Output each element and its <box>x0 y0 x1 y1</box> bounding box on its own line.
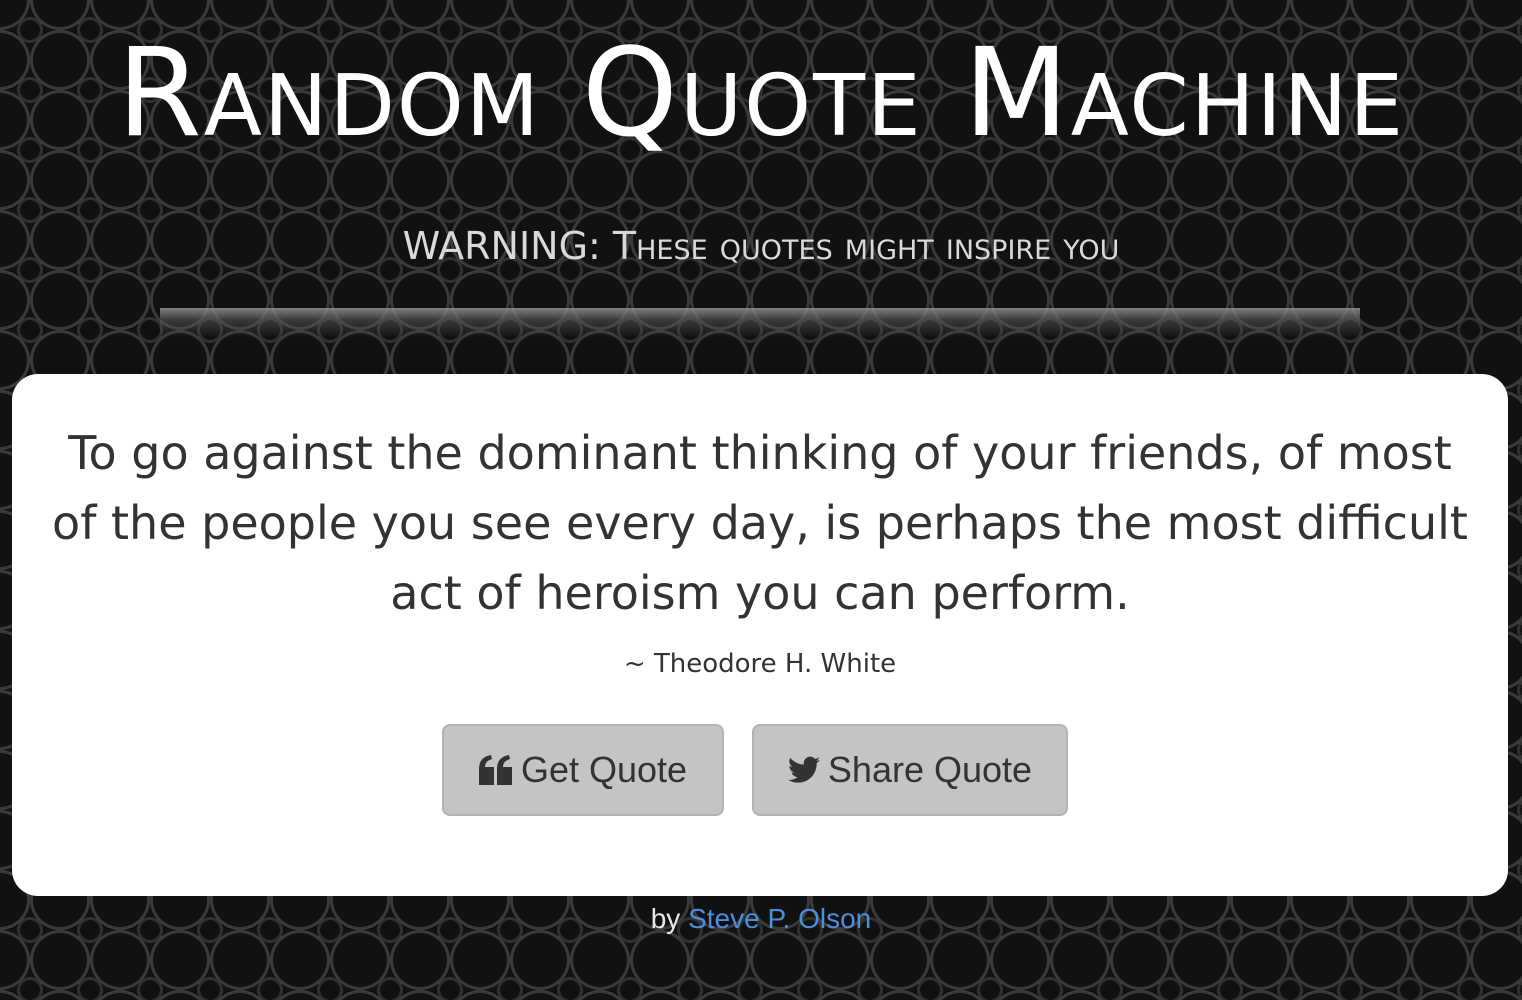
subtitle-warning: WARNING: These quotes might inspire you <box>402 224 1120 268</box>
share-quote-label: Share Quote <box>827 749 1033 790</box>
header-divider <box>160 308 1360 338</box>
quote-author: ~ Theodore H. White <box>623 649 897 679</box>
twitter-icon <box>787 756 820 784</box>
quote-text: To go against the dominant thinking of y… <box>52 426 1468 620</box>
footer-prefix: by <box>650 903 681 934</box>
page: { "header": { "title": "Random Quote Mac… <box>0 0 1522 1000</box>
author-link[interactable]: Steve P. Olson <box>688 903 871 934</box>
quote-left-icon <box>478 755 513 785</box>
footer-credit: by Steve P. Olson <box>0 900 1522 938</box>
app-title: Random Quote Machine <box>116 22 1406 164</box>
get-quote-label: Get Quote <box>520 749 688 790</box>
get-quote-button[interactable]: Get Quote <box>442 724 724 816</box>
quote-card: To go against the dominant thinking of y… <box>12 374 1508 896</box>
share-quote-button[interactable]: Share Quote <box>752 724 1068 816</box>
